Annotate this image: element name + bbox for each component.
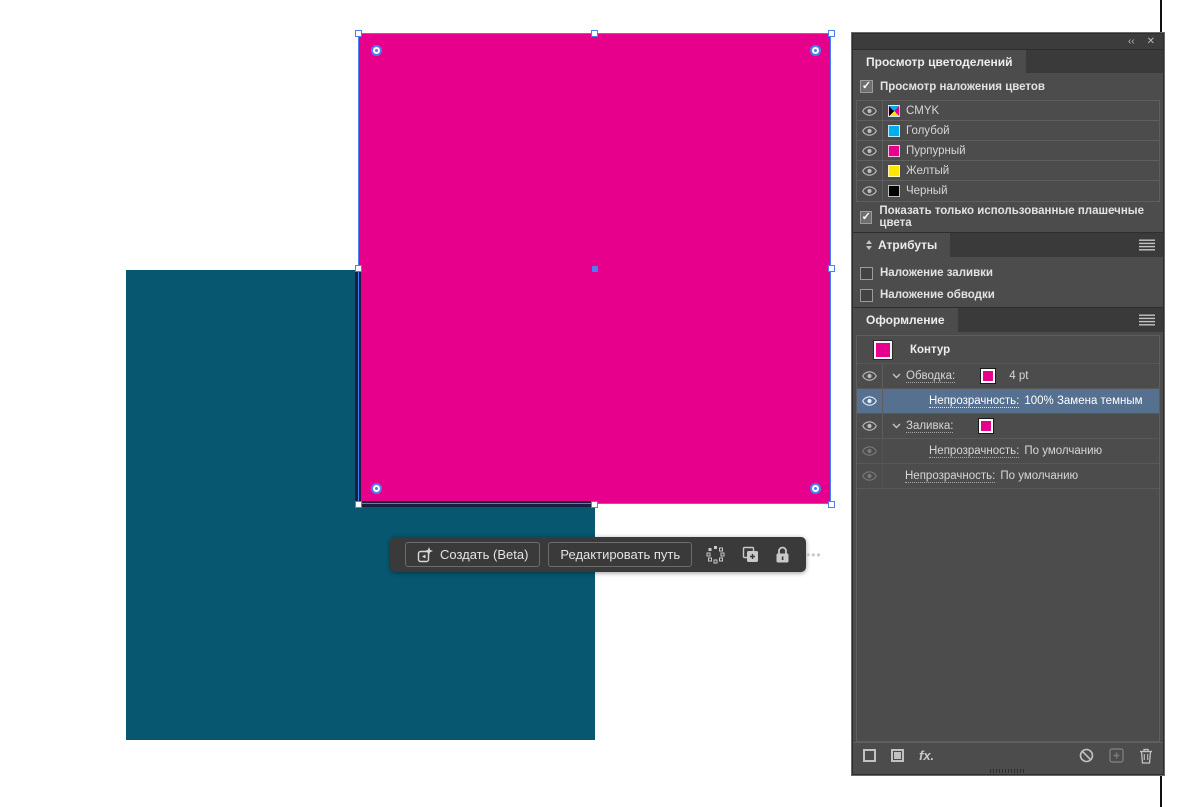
separation-row-magenta[interactable]: Пурпурный — [857, 141, 1159, 161]
duplicate-item-icon[interactable] — [1109, 748, 1124, 763]
separation-row-cyan[interactable]: Голубой — [857, 121, 1159, 141]
stroke-opacity-row[interactable]: Непрозрачность: 100% Замена темным — [857, 389, 1159, 414]
more-options-icon[interactable]: ••• — [806, 548, 822, 562]
stroke-color-swatch[interactable] — [981, 369, 996, 383]
radial-repeat-icon[interactable] — [706, 545, 725, 564]
delete-item-icon[interactable] — [1139, 748, 1153, 764]
used-spot-colors-checkbox[interactable]: ✓ — [860, 210, 873, 224]
edit-path-button[interactable]: Редактировать путь — [548, 542, 693, 567]
corner-radius-widget[interactable] — [371, 483, 382, 494]
overprint-preview-row: ✓ Просмотр наложения цветов — [853, 73, 1163, 100]
overprint-stroke-row: Наложение обводки — [853, 284, 1163, 306]
panel-resize-gripper[interactable] — [990, 769, 1026, 773]
selection-handle[interactable] — [827, 500, 835, 508]
visibility-toggle[interactable] — [857, 364, 883, 388]
appearance-empty-area — [857, 489, 1159, 741]
separation-row-yellow[interactable]: Желтый — [857, 161, 1159, 181]
overprint-stroke-checkbox[interactable] — [860, 288, 873, 302]
selection-handle[interactable] — [354, 29, 362, 37]
used-spot-colors-label: Показать только использованные плашечные… — [879, 205, 1145, 229]
attributes-content: Наложение заливки Наложение обводки — [853, 257, 1163, 307]
panel-menu-icon[interactable] — [1139, 239, 1155, 251]
panel-collapse-icon[interactable] — [866, 240, 872, 250]
generate-icon — [417, 546, 433, 563]
separations-list: CMYK Голубой Пурпурный Желтый Черный — [856, 100, 1160, 202]
visibility-toggle[interactable] — [857, 389, 883, 413]
generate-button-label: Создать (Beta) — [440, 547, 529, 562]
appearance-bottom-bar: fx. — [853, 742, 1163, 768]
fill-row[interactable]: Заливка: — [857, 414, 1159, 439]
new-fill-icon[interactable] — [891, 749, 904, 762]
contextual-taskbar: Создать (Beta) Редактировать путь ••• — [390, 537, 821, 572]
panel-resize-area — [853, 768, 1163, 774]
close-panel-icon[interactable]: ✕ — [1147, 36, 1155, 47]
selection-handle[interactable] — [354, 500, 362, 508]
separation-row-black[interactable]: Черный — [857, 181, 1159, 201]
new-stroke-icon[interactable] — [863, 749, 876, 762]
appearance-content: Контур Обводка: 4 pt Непрозрачность: 100… — [853, 332, 1163, 742]
lock-icon[interactable] — [775, 546, 790, 563]
add-effect-icon[interactable]: fx. — [919, 748, 934, 763]
collapse-to-icons-icon[interactable]: ‹‹ — [1128, 36, 1135, 47]
visibility-toggle[interactable] — [857, 101, 883, 120]
appearance-tabbar: Оформление — [853, 307, 1163, 332]
edit-path-button-label: Редактировать путь — [560, 547, 681, 562]
visibility-toggle[interactable] — [857, 414, 883, 438]
visibility-toggle[interactable] — [857, 464, 883, 488]
overprint-fill-label: Наложение заливки — [880, 267, 993, 279]
cyan-swatch-icon — [888, 124, 900, 137]
object-opacity-row[interactable]: Непрозрачность: По умолчанию — [857, 464, 1159, 489]
attributes-tabbar: Атрибуты — [853, 232, 1163, 257]
tab-attributes[interactable]: Атрибуты — [853, 233, 951, 257]
yellow-swatch-icon — [888, 164, 900, 177]
chevron-down-icon[interactable] — [892, 373, 901, 379]
corner-radius-widget[interactable] — [810, 45, 821, 56]
selection-handle[interactable] — [354, 265, 362, 272]
fill-opacity-row[interactable]: Непрозрачность: По умолчанию — [857, 439, 1159, 464]
visibility-toggle[interactable] — [857, 141, 883, 160]
overprint-fill-checkbox[interactable] — [860, 266, 873, 280]
panels-dock: ‹‹ ✕ Просмотр цветоделений ✓ Просмотр на… — [851, 32, 1165, 776]
used-spot-colors-row: ✓ Показать только использованные плашечн… — [853, 202, 1163, 232]
appearance-target-row[interactable]: Контур — [857, 336, 1159, 364]
panel-menu-icon[interactable] — [1139, 314, 1155, 326]
overprint-preview-label: Просмотр наложения цветов — [880, 80, 1045, 93]
fill-color-swatch[interactable] — [979, 419, 994, 433]
separations-tabbar: Просмотр цветоделений — [853, 50, 1163, 73]
path-thumbnail-swatch — [874, 340, 892, 359]
overprint-stroke-label: Наложение обводки — [880, 289, 995, 301]
selection-handle[interactable] — [591, 500, 598, 508]
corner-radius-widget[interactable] — [810, 483, 821, 494]
generate-button[interactable]: Создать (Beta) — [405, 542, 541, 567]
black-swatch-icon — [888, 185, 900, 197]
visibility-toggle[interactable] — [857, 181, 883, 201]
duplicate-icon[interactable] — [741, 546, 759, 564]
object-center-point[interactable] — [592, 266, 598, 272]
magenta-swatch-icon — [888, 144, 900, 157]
visibility-toggle[interactable] — [857, 161, 883, 180]
chevron-down-icon[interactable] — [892, 423, 901, 429]
clear-appearance-icon[interactable] — [1079, 748, 1094, 763]
overprint-fill-row: Наложение заливки — [853, 262, 1163, 284]
stroke-row[interactable]: Обводка: 4 pt — [857, 364, 1159, 389]
panel-group-header: ‹‹ ✕ — [853, 34, 1163, 50]
corner-radius-widget[interactable] — [371, 45, 382, 56]
tab-separations-preview[interactable]: Просмотр цветоделений — [853, 50, 1026, 73]
selection-handle[interactable] — [827, 29, 835, 37]
selection-handle[interactable] — [827, 265, 835, 272]
overprint-preview-checkbox[interactable]: ✓ — [860, 80, 873, 93]
tab-appearance[interactable]: Оформление — [853, 308, 958, 332]
separation-row-cmyk[interactable]: CMYK — [857, 101, 1159, 121]
visibility-toggle[interactable] — [857, 121, 883, 140]
visibility-toggle[interactable] — [857, 439, 883, 463]
selection-handle[interactable] — [591, 29, 598, 37]
cmyk-swatch-icon — [888, 104, 900, 117]
